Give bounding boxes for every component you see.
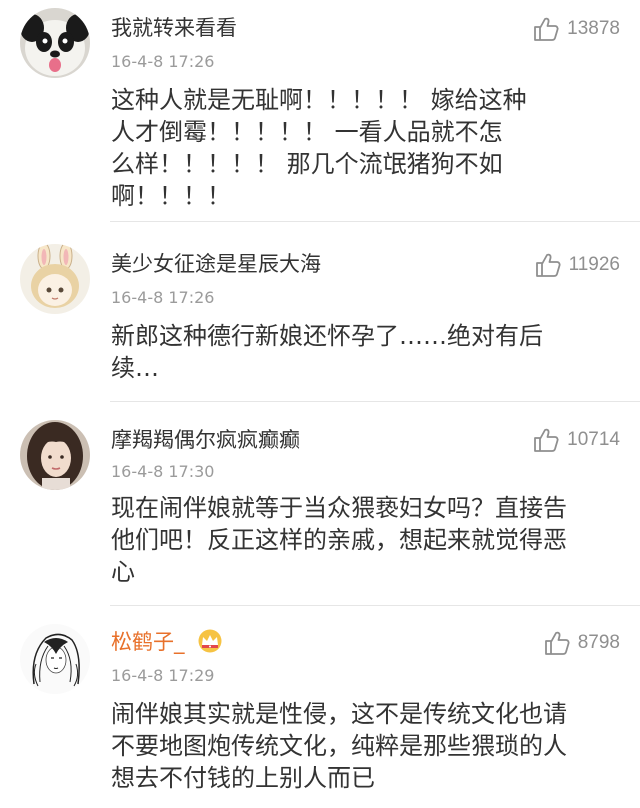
thumbs-up-icon: [544, 631, 570, 655]
comment-text: 新郎这种德行新娘还怀孕了……绝对有后 续…: [111, 322, 543, 382]
comment-item: 我就转来看看 16-4-8 17:26 13878 这种人就是无耻啊！！！！！ …: [0, 0, 640, 222]
comment-text: 闹伴娘其实就是性侵，这不是传统文化也请 不要地图炮传统文化，纯粹是那些猥琐的人 …: [111, 700, 567, 792]
user-avatar[interactable]: [20, 420, 90, 490]
like-button[interactable]: 13878: [533, 14, 620, 44]
comment-time: 16-4-8 17:30: [111, 462, 215, 481]
like-count: 11926: [568, 254, 620, 275]
username[interactable]: 松鹤子_: [111, 628, 223, 660]
like-count: 8798: [577, 632, 620, 653]
crown-icon[interactable]: [197, 629, 223, 660]
thumbs-up-icon: [535, 253, 561, 277]
thumbs-up-icon: [534, 428, 559, 452]
comment-time: 16-4-8 17:29: [111, 666, 215, 685]
comment-time: 16-4-8 17:26: [111, 52, 215, 71]
user-avatar[interactable]: [20, 8, 90, 78]
comment-item: 摩羯羯偶尔疯疯癫癫 16-4-8 17:30 10714 现在闹伴娘就等于当众猥…: [0, 402, 640, 606]
user-avatar[interactable]: [20, 244, 90, 314]
username-text: 松鹤子_: [111, 630, 185, 654]
bunny-girl-avatar: [20, 244, 90, 314]
comment-item: 松鹤子_ 16-4-8 17:29 8798 闹伴娘其实就是性侵，这不是传统文化…: [0, 606, 640, 808]
username[interactable]: 我就转来看看: [111, 14, 237, 42]
username[interactable]: 摩羯羯偶尔疯疯癫癫: [111, 426, 300, 454]
comment-item: 美少女征途是星辰大海 16-4-8 17:26 11926 新郎这种德行新娘还怀…: [0, 222, 640, 402]
user-avatar[interactable]: [20, 624, 90, 694]
sketch-woman-avatar: [20, 624, 90, 694]
panda-avatar: [20, 8, 90, 78]
like-count: 13878: [567, 18, 620, 39]
username[interactable]: 美少女征途是星辰大海: [111, 250, 321, 278]
comment-time: 16-4-8 17:26: [111, 288, 215, 307]
comment-text: 这种人就是无耻啊！！！！！ 嫁给这种 人才倒霉！！！！！ 一看人品就不怎 么样！…: [111, 86, 527, 210]
like-count: 10714: [567, 429, 620, 450]
girl-photo-avatar: [20, 420, 90, 490]
like-button[interactable]: 10714: [533, 425, 620, 455]
thumbs-up-icon: [534, 17, 559, 41]
comment-text: 现在闹伴娘就等于当众猥亵妇女吗？直接告 他们吧！反正这样的亲戚，想起来就觉得恶 …: [111, 494, 567, 586]
like-button[interactable]: 11926: [535, 250, 620, 280]
like-button[interactable]: 8798: [544, 628, 620, 658]
